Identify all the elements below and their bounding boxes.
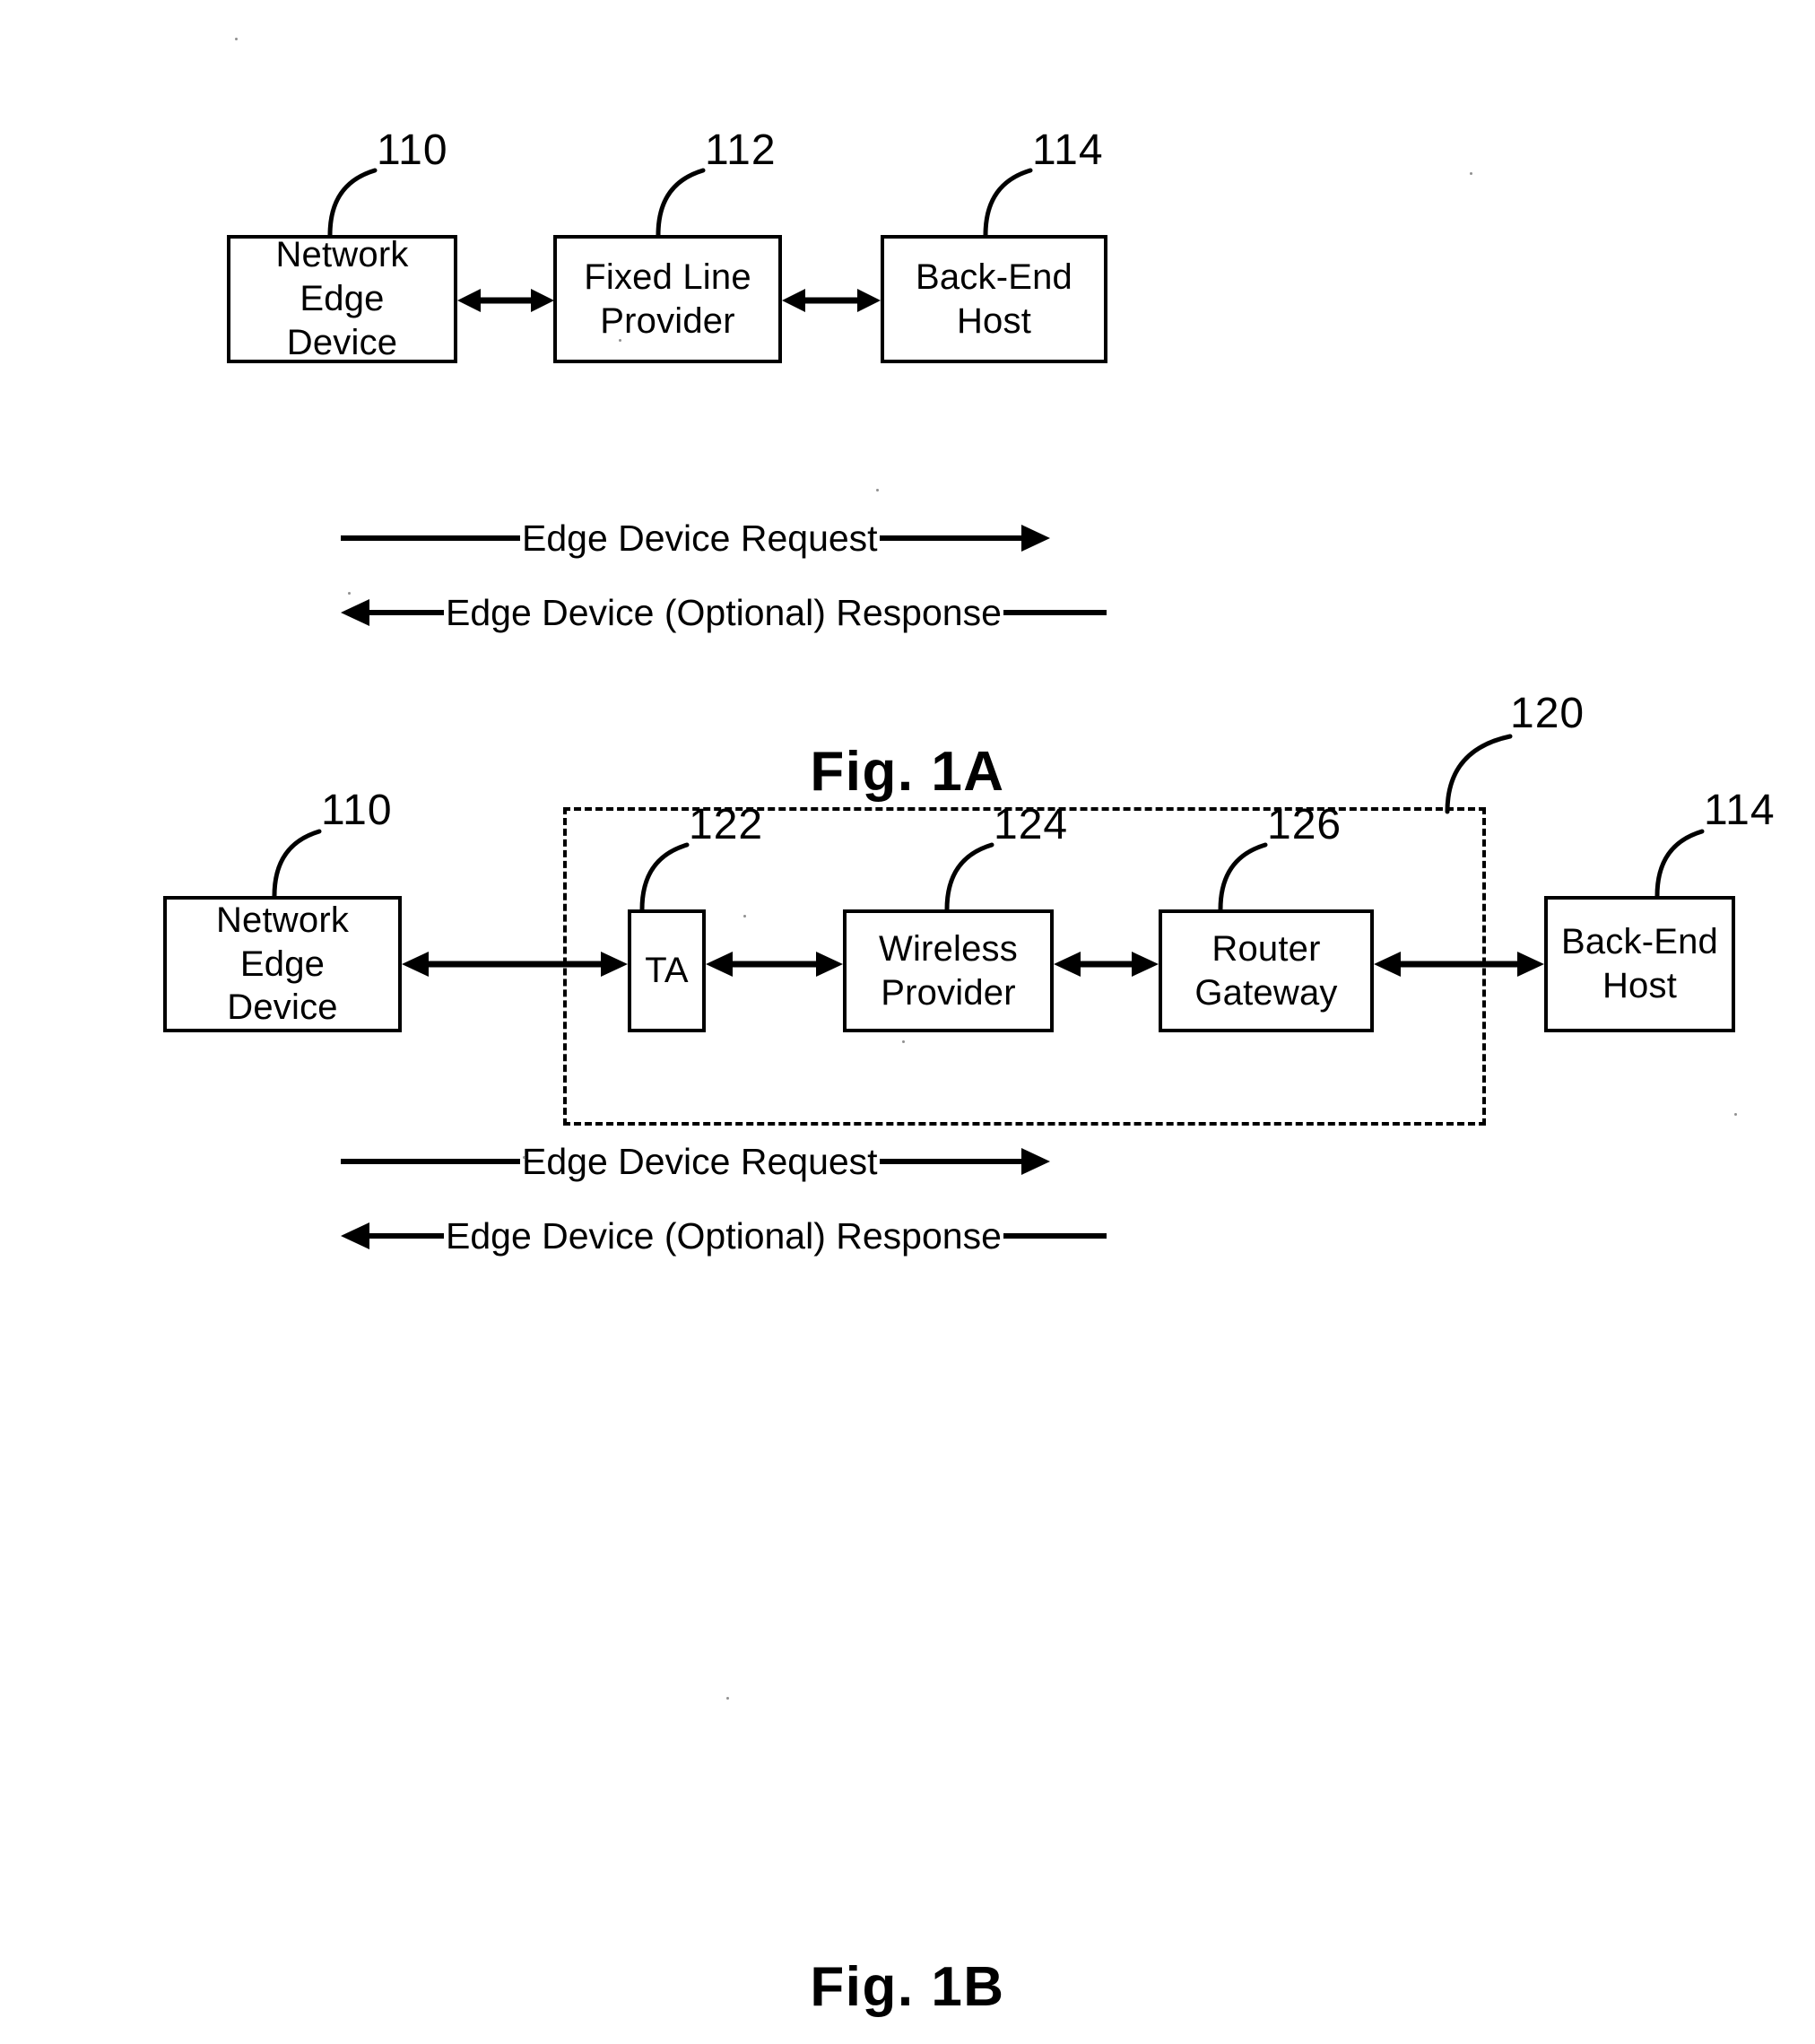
lead-line-114 bbox=[971, 161, 1036, 238]
node-ta-label: TA bbox=[645, 951, 689, 991]
node-network-edge-device-label: Network Edge Device bbox=[275, 235, 409, 362]
node-back-end-host-fig1b: Back-End Host bbox=[1544, 896, 1735, 1032]
node-fixed-line-provider-label: Fixed Line Provider bbox=[584, 257, 751, 341]
reference-numeral-120: 120 bbox=[1510, 690, 1585, 737]
node-back-end-host-fig1b-label: Back-End Host bbox=[1560, 922, 1719, 1005]
node-network-edge-device-fig1b-label: Network Edge Device bbox=[215, 900, 350, 1028]
scan-speck bbox=[902, 1040, 905, 1043]
flow-edge-device-request: Edge Device Request bbox=[341, 507, 1050, 570]
flow-edge-device-response-fig1b: Edge Device (Optional) Response bbox=[341, 1205, 1107, 1267]
node-back-end-host: Back-End Host bbox=[881, 235, 1107, 363]
flow-request-line-left bbox=[341, 520, 520, 556]
flow-response-line-right bbox=[1003, 595, 1107, 631]
figure-1a: 110 112 114 Network Edge Device Fixed Li… bbox=[0, 0, 1815, 942]
reference-numeral-110: 110 bbox=[377, 126, 448, 174]
node-network-edge-device: Network Edge Device bbox=[227, 235, 457, 363]
node-router-gateway: Router Gateway bbox=[1159, 909, 1374, 1032]
scan-speck bbox=[619, 339, 621, 342]
flow-edge-device-response: Edge Device (Optional) Response bbox=[341, 581, 1107, 644]
flow-edge-device-response-label-fig1b: Edge Device (Optional) Response bbox=[446, 1214, 1002, 1257]
flow-edge-device-request-label-fig1b: Edge Device Request bbox=[522, 1140, 878, 1182]
reference-numeral-110-fig1b: 110 bbox=[321, 787, 393, 834]
node-fixed-line-provider: Fixed Line Provider bbox=[553, 235, 782, 363]
flow-request-line-left-fig1b bbox=[341, 1144, 520, 1179]
node-wireless-provider-label: Wireless Provider bbox=[879, 928, 1018, 1013]
reference-numeral-122: 122 bbox=[689, 801, 764, 848]
node-wireless-provider: Wireless Provider bbox=[843, 909, 1054, 1032]
scan-speck bbox=[348, 592, 351, 595]
figure-1b-caption: Fig. 1B bbox=[810, 1956, 1005, 2018]
flow-response-arrow-left-fig1b bbox=[341, 1218, 444, 1254]
reference-numeral-126: 126 bbox=[1267, 801, 1342, 848]
node-network-edge-device-fig1b: Network Edge Device bbox=[163, 896, 402, 1032]
flow-request-arrow-right bbox=[879, 520, 1050, 556]
scan-speck bbox=[235, 38, 238, 40]
reference-numeral-114: 114 bbox=[1032, 126, 1104, 174]
figure-1b: 120 110 122 124 126 114 Network Edge Dev… bbox=[0, 690, 1815, 2044]
scan-speck bbox=[726, 1697, 729, 1700]
scan-speck bbox=[876, 489, 879, 491]
lead-line-110 bbox=[316, 161, 380, 238]
scan-speck bbox=[1734, 1113, 1737, 1116]
reference-numeral-114-fig1b: 114 bbox=[1704, 787, 1776, 834]
connector-edge-to-provider bbox=[457, 283, 554, 318]
figure-1a-caption: Fig. 1A bbox=[810, 741, 1005, 803]
node-router-gateway-label: Router Gateway bbox=[1194, 928, 1338, 1013]
node-back-end-host-label: Back-End Host bbox=[915, 257, 1073, 341]
lead-line-112 bbox=[644, 161, 708, 238]
scan-speck bbox=[1470, 172, 1472, 175]
node-ta: TA bbox=[628, 909, 706, 1032]
scan-speck bbox=[743, 915, 746, 918]
flow-response-arrow-left bbox=[341, 595, 444, 631]
flow-edge-device-response-label: Edge Device (Optional) Response bbox=[446, 591, 1002, 633]
flow-request-arrow-right-fig1b bbox=[879, 1144, 1050, 1179]
flow-edge-device-request-fig1b: Edge Device Request bbox=[341, 1130, 1050, 1193]
reference-numeral-112: 112 bbox=[705, 126, 777, 174]
flow-response-line-right-fig1b bbox=[1003, 1218, 1107, 1254]
connector-provider-to-host bbox=[782, 283, 881, 318]
scan-speck bbox=[523, 1156, 525, 1159]
flow-edge-device-request-label: Edge Device Request bbox=[522, 517, 878, 559]
reference-numeral-124: 124 bbox=[994, 801, 1069, 848]
